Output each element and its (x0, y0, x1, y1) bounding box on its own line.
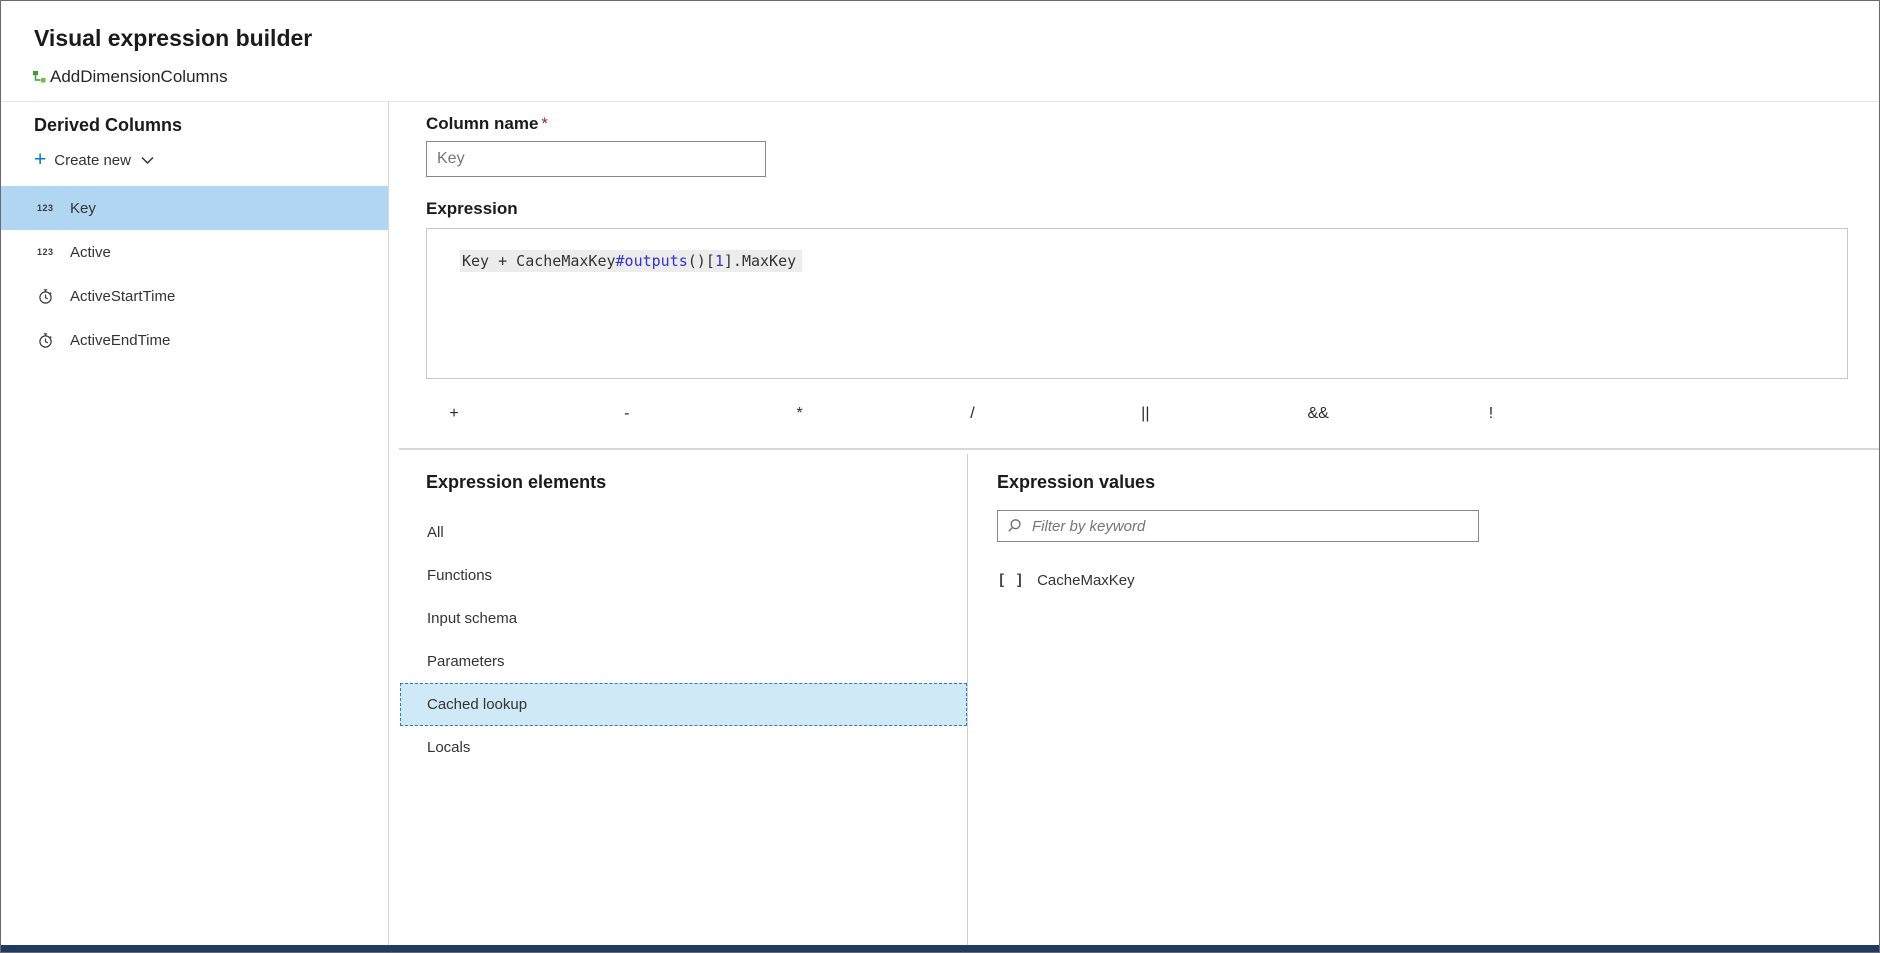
operator-and-button[interactable]: && (1290, 396, 1346, 432)
expression-values-list: [ ] CacheMaxKey (997, 568, 1879, 592)
bottom-accent-bar (1, 945, 1879, 952)
elements-values-split: Expression elements All Functions Input … (390, 454, 1879, 945)
expression-elements-list: All Functions Input schema Parameters Ca… (390, 511, 967, 769)
operator-toolbar: + - * / || && ! (426, 396, 1519, 432)
code-segment: 1 (715, 252, 724, 270)
transformation-name: AddDimensionColumns (50, 67, 228, 87)
value-item-label: CacheMaxKey (1037, 572, 1135, 589)
search-icon (1007, 518, 1022, 538)
expression-values-panel: Expression values [ ] CacheMaxKey (968, 454, 1879, 945)
element-item-all[interactable]: All (400, 511, 967, 554)
column-item-label: Active (70, 244, 111, 261)
element-item-functions[interactable]: Functions (400, 554, 967, 597)
derived-columns-panel: Derived Columns + Create new 123 Key 123… (1, 102, 389, 945)
column-item-label: Key (70, 200, 96, 217)
element-item-label: Input schema (427, 610, 517, 627)
create-new-button[interactable]: + Create new (34, 149, 388, 171)
derived-columns-heading: Derived Columns (34, 115, 388, 136)
section-divider (399, 448, 1879, 450)
expression-code-editor[interactable]: Key + CacheMaxKey#outputs()[1].MaxKey (426, 228, 1848, 379)
element-item-locals[interactable]: Locals (400, 726, 967, 769)
create-new-label: Create new (54, 152, 131, 169)
brackets-icon: [ ] (997, 571, 1024, 589)
expression-label: Expression (426, 199, 518, 219)
column-name-label: Column name* (426, 114, 548, 134)
column-item-active[interactable]: 123 Active (1, 230, 388, 274)
code-segment: ].MaxKey (724, 252, 796, 270)
operator-not-button[interactable]: ! (1463, 396, 1519, 432)
element-item-label: Locals (427, 739, 470, 756)
column-item-label: ActiveEndTime (70, 332, 170, 349)
operator-divide-button[interactable]: / (944, 396, 1000, 432)
derived-column-list: 123 Key 123 Active ActiveStartTime (1, 186, 388, 362)
expression-elements-heading: Expression elements (426, 472, 967, 493)
filter-keyword-input[interactable] (997, 510, 1479, 542)
column-item-label: ActiveStartTime (70, 288, 175, 305)
element-item-cached-lookup[interactable]: Cached lookup (400, 683, 967, 726)
element-item-label: Functions (427, 567, 492, 584)
code-segment: #outputs (616, 252, 688, 270)
element-item-label: All (427, 524, 444, 541)
element-item-label: Parameters (427, 653, 505, 670)
value-item-cachemaxkey[interactable]: [ ] CacheMaxKey (997, 568, 1879, 592)
numeric-type-icon: 123 (37, 247, 57, 257)
numeric-type-icon: 123 (37, 203, 57, 213)
operator-plus-button[interactable]: + (426, 396, 482, 432)
transformation-subtitle: AddDimensionColumns (31, 67, 228, 87)
filter-search-box (997, 510, 1479, 542)
column-item-activestarttime[interactable]: ActiveStartTime (1, 274, 388, 318)
visual-expression-builder-window: Visual expression builder AddDimensionCo… (0, 0, 1880, 953)
timestamp-clock-icon (37, 288, 57, 305)
operator-minus-button[interactable]: - (599, 396, 655, 432)
element-item-input-schema[interactable]: Input schema (400, 597, 967, 640)
chevron-down-icon (141, 156, 154, 165)
expression-values-heading: Expression values (997, 472, 1879, 493)
plus-icon: + (34, 150, 46, 170)
operator-or-button[interactable]: || (1117, 396, 1173, 432)
timestamp-clock-icon (37, 332, 57, 349)
derived-column-icon (31, 69, 47, 85)
code-segment: Key + CacheMaxKey (462, 252, 616, 270)
expression-code-line: Key + CacheMaxKey#outputs()[1].MaxKey (460, 250, 1847, 272)
element-item-label: Cached lookup (427, 696, 527, 713)
code-segment: ()[ (688, 252, 715, 270)
page-title: Visual expression builder (34, 25, 312, 52)
expression-builder-main: Column name* Expression Key + CacheMaxKe… (390, 102, 1879, 945)
required-marker: * (541, 114, 548, 133)
expression-elements-panel: Expression elements All Functions Input … (390, 454, 968, 945)
operator-multiply-button[interactable]: * (772, 396, 828, 432)
element-item-parameters[interactable]: Parameters (400, 640, 967, 683)
column-item-key[interactable]: 123 Key (1, 186, 388, 230)
column-item-activeendtime[interactable]: ActiveEndTime (1, 318, 388, 362)
column-name-input[interactable] (426, 141, 766, 177)
